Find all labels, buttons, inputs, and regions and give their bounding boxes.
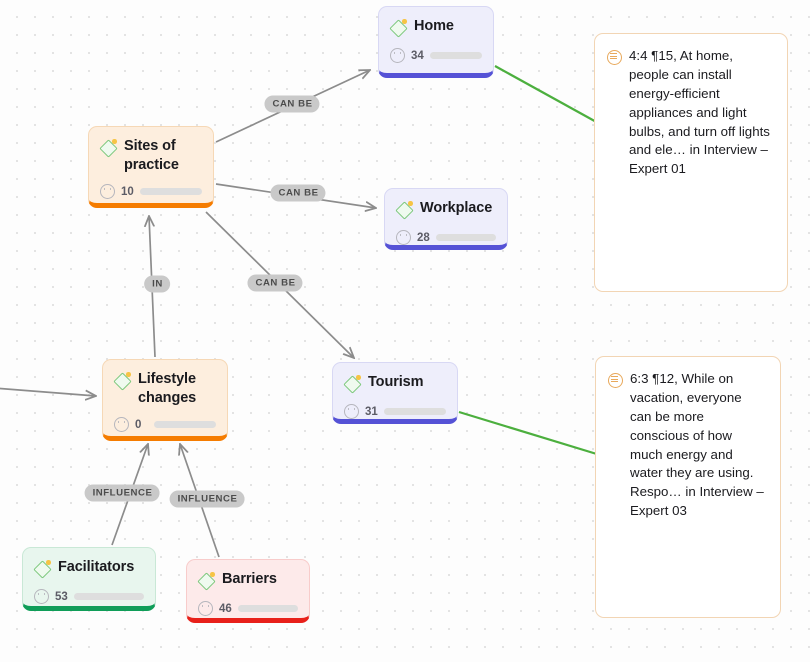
node-title: Lifestyle changes xyxy=(138,371,197,407)
concept-diamond-icon xyxy=(99,138,118,158)
node-facilitators[interactable]: Facilitators 53 xyxy=(22,547,156,611)
node-count: 28 xyxy=(417,231,430,244)
link-home-to-comment xyxy=(494,65,601,125)
node-barriers[interactable]: Barriers 46 xyxy=(186,559,310,623)
node-title: Workplace xyxy=(420,200,493,216)
edge-label-can-be-tourism[interactable]: CAN BE xyxy=(247,274,303,292)
edge-label-influence-barriers[interactable]: INFLUENCE xyxy=(169,490,245,508)
quotation-count-icon xyxy=(100,184,115,200)
concept-diamond-icon xyxy=(395,200,414,220)
concept-diamond-icon xyxy=(197,571,216,591)
concept-diamond-icon xyxy=(343,374,362,394)
mindmap-canvas[interactable]: CAN BE CAN BE IN CAN BE INFLUENCE INFLUE… xyxy=(0,0,810,662)
quotation-text: 6:3 ¶12, While on vacation, everyone can… xyxy=(630,371,764,519)
node-title: Facilitators xyxy=(58,559,135,575)
node-count: 46 xyxy=(219,602,232,615)
edge-label-influence-facilitators[interactable]: INFLUENCE xyxy=(84,484,160,502)
concept-diamond-icon xyxy=(389,18,408,38)
node-footer: 46 xyxy=(198,601,298,617)
node-footer: 10 xyxy=(100,184,202,200)
node-footer: 53 xyxy=(34,589,144,605)
quotation-card-expert-03[interactable]: 6:3 ¶12, While on vacation, everyone can… xyxy=(595,356,781,618)
node-progress-bar xyxy=(140,188,202,196)
node-tourism[interactable]: Tourism 31 xyxy=(332,362,458,424)
node-footer: 28 xyxy=(396,230,496,245)
node-lifestyle-changes[interactable]: Lifestyle changes 0 xyxy=(102,359,228,441)
node-sites-of-practice[interactable]: Sites of practice 10 xyxy=(88,126,214,208)
quotation-count-icon xyxy=(34,589,49,605)
node-count: 53 xyxy=(55,590,68,603)
node-header: Barriers xyxy=(197,570,298,591)
node-footer: 31 xyxy=(344,404,446,419)
edge-label-in[interactable]: IN xyxy=(144,275,170,293)
node-title: Sites of practice xyxy=(124,138,179,174)
node-header: Facilitators xyxy=(33,558,144,579)
node-header: Home xyxy=(389,17,482,38)
node-header: Sites of practice xyxy=(99,137,202,175)
node-workplace[interactable]: Workplace 28 xyxy=(384,188,508,250)
node-progress-bar xyxy=(384,408,446,416)
quotation-count-icon xyxy=(114,417,129,433)
node-footer: 0 xyxy=(114,417,216,433)
concept-diamond-icon xyxy=(113,371,132,391)
node-count: 10 xyxy=(121,185,134,198)
node-title: Barriers xyxy=(222,571,277,587)
quotation-count-icon xyxy=(390,48,405,64)
node-count: 0 xyxy=(135,418,142,431)
quotation-memo-icon xyxy=(607,50,622,65)
edge-label-can-be-workplace[interactable]: CAN BE xyxy=(270,184,326,202)
quotation-text: 4:4 ¶15, At home, people can install ene… xyxy=(629,48,770,177)
concept-diamond-icon xyxy=(33,559,52,579)
quotation-count-icon xyxy=(344,404,359,419)
quotation-memo-icon xyxy=(608,373,623,388)
node-title: Home xyxy=(414,18,454,34)
quotation-card-expert-01[interactable]: 4:4 ¶15, At home, people can install ene… xyxy=(594,33,788,292)
link-tourism-to-comment xyxy=(458,410,601,457)
node-header: Lifestyle changes xyxy=(113,370,216,408)
node-progress-bar xyxy=(154,421,216,429)
node-count: 34 xyxy=(411,49,424,62)
edge-label-can-be-home[interactable]: CAN BE xyxy=(264,95,320,113)
node-count: 31 xyxy=(365,405,378,418)
node-title: Tourism xyxy=(368,374,424,390)
quotation-count-icon xyxy=(396,230,411,245)
node-header: Tourism xyxy=(343,373,446,394)
node-progress-bar xyxy=(430,52,482,60)
node-progress-bar xyxy=(238,605,298,613)
node-header: Workplace xyxy=(395,199,496,220)
node-home[interactable]: Home 34 xyxy=(378,6,494,78)
quotation-count-icon xyxy=(198,601,213,617)
node-progress-bar xyxy=(436,234,496,242)
node-footer: 34 xyxy=(390,48,482,64)
node-progress-bar xyxy=(74,593,144,601)
edge-incoming-left xyxy=(0,387,96,396)
